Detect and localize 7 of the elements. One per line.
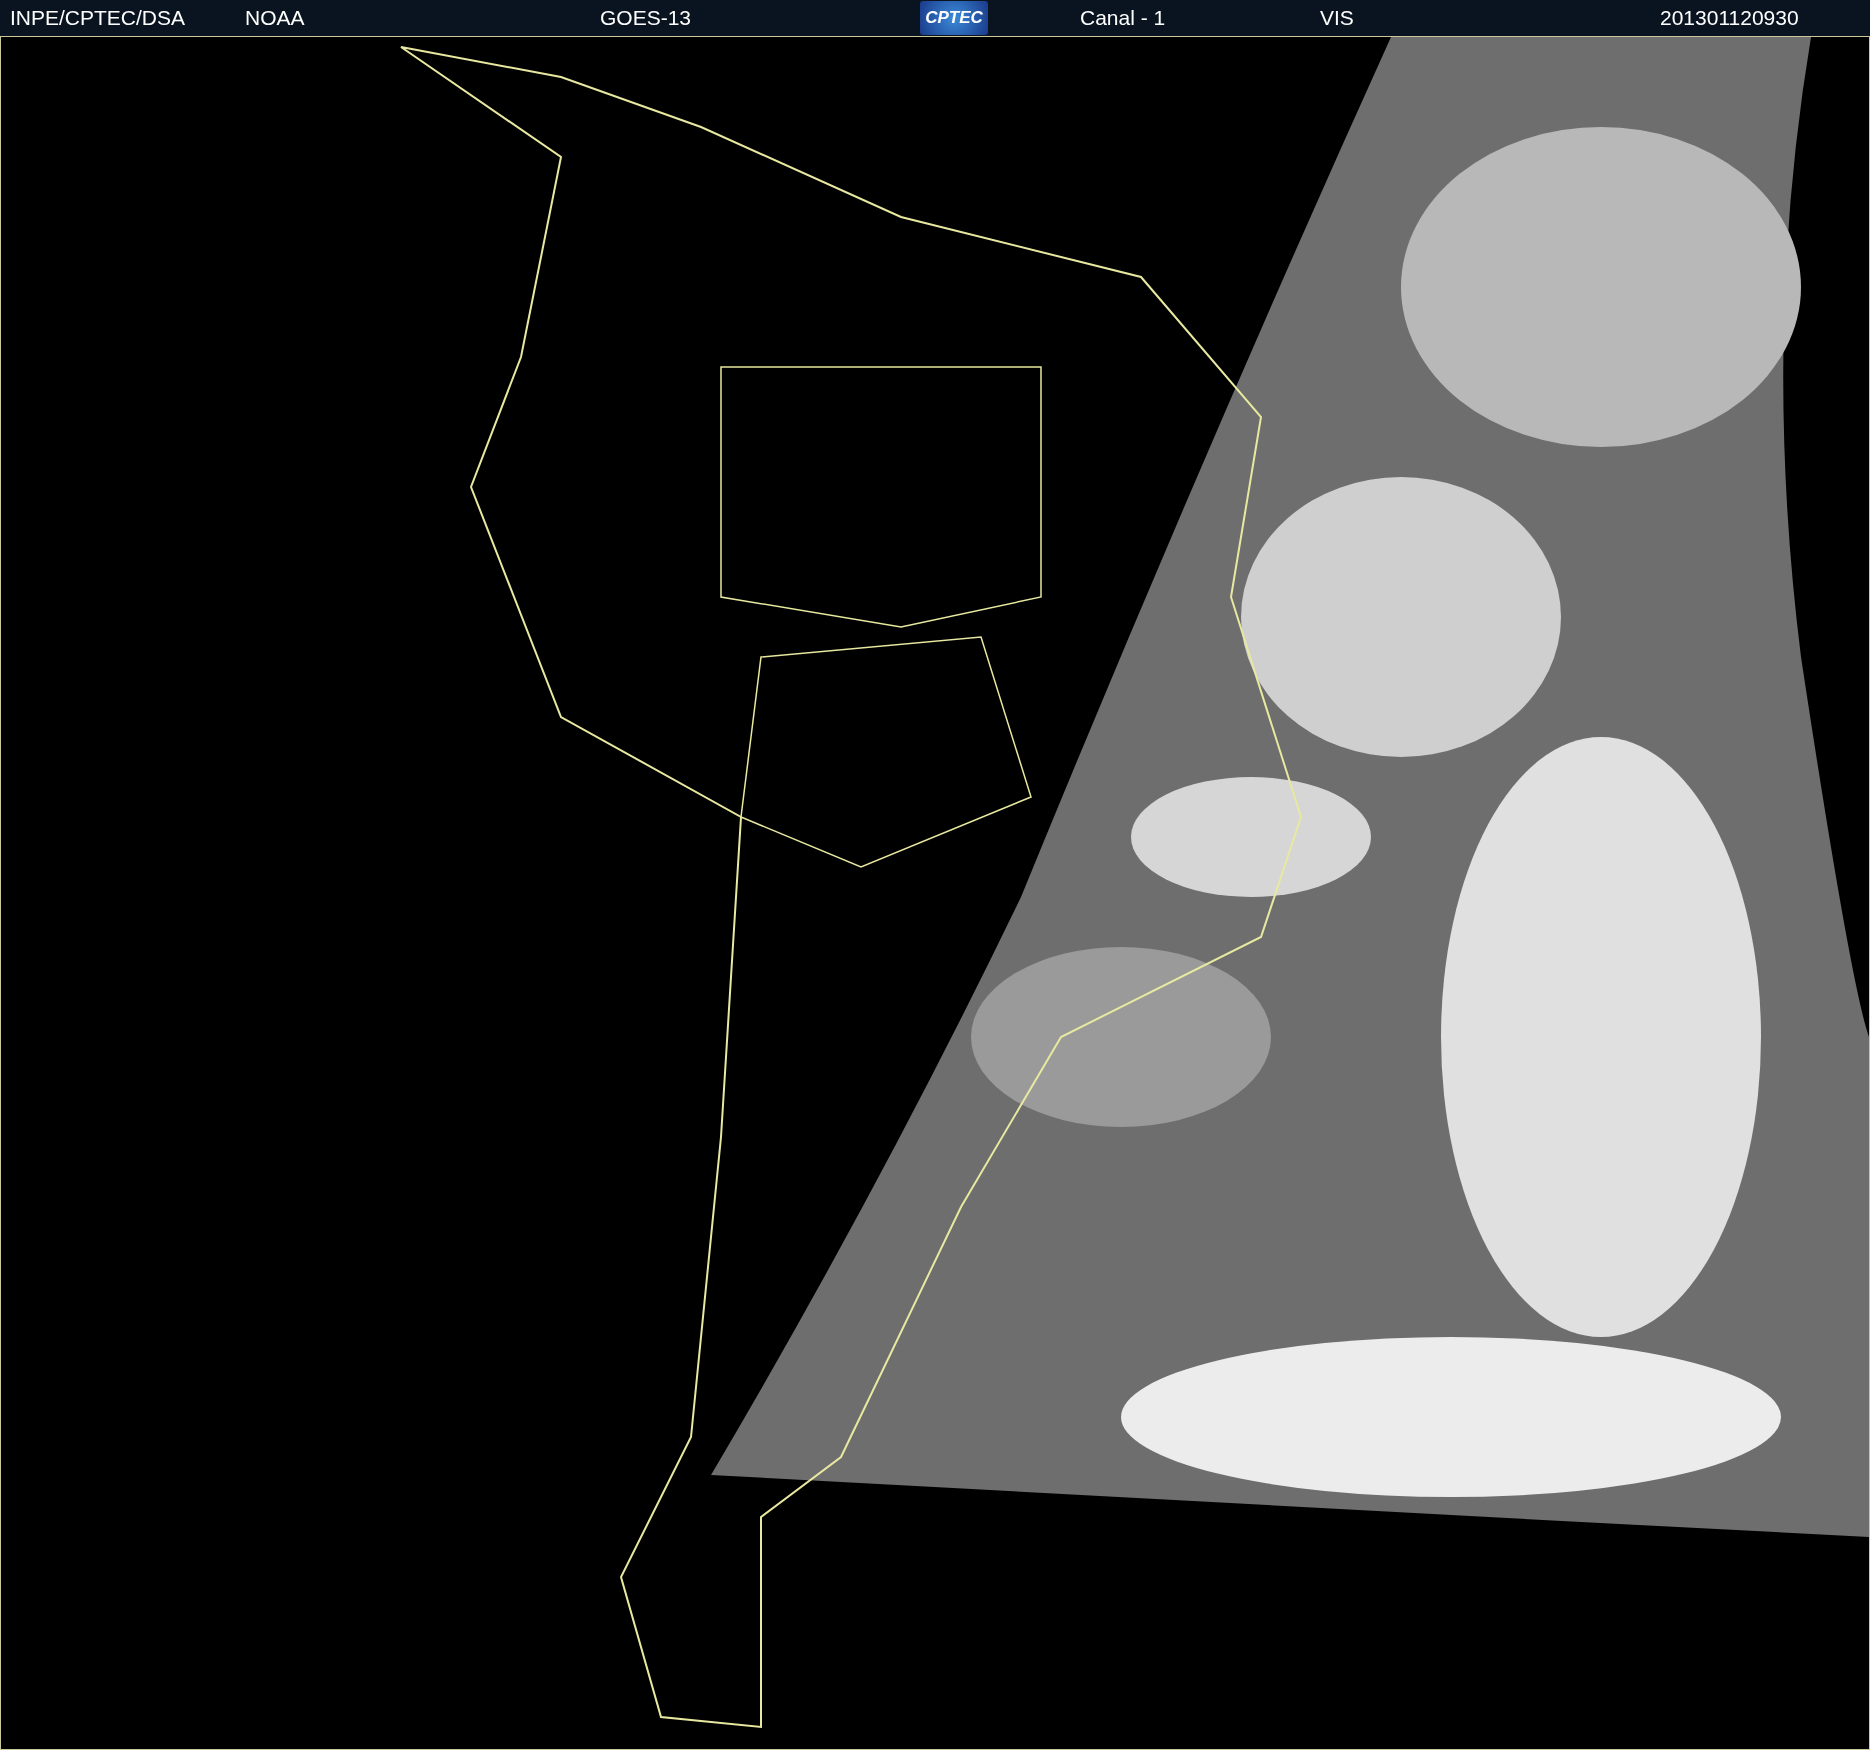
header-text: VIS (1320, 6, 1354, 29)
logo: CPTEC (920, 1, 988, 35)
header-text: GOES-13 (600, 6, 692, 29)
header-text: INPE/CPTEC/DSA (10, 6, 186, 29)
header-text: 201301120930 (1660, 6, 1799, 29)
header-text: NOAA (245, 6, 305, 29)
header-text: Canal - 1 (1080, 6, 1166, 29)
